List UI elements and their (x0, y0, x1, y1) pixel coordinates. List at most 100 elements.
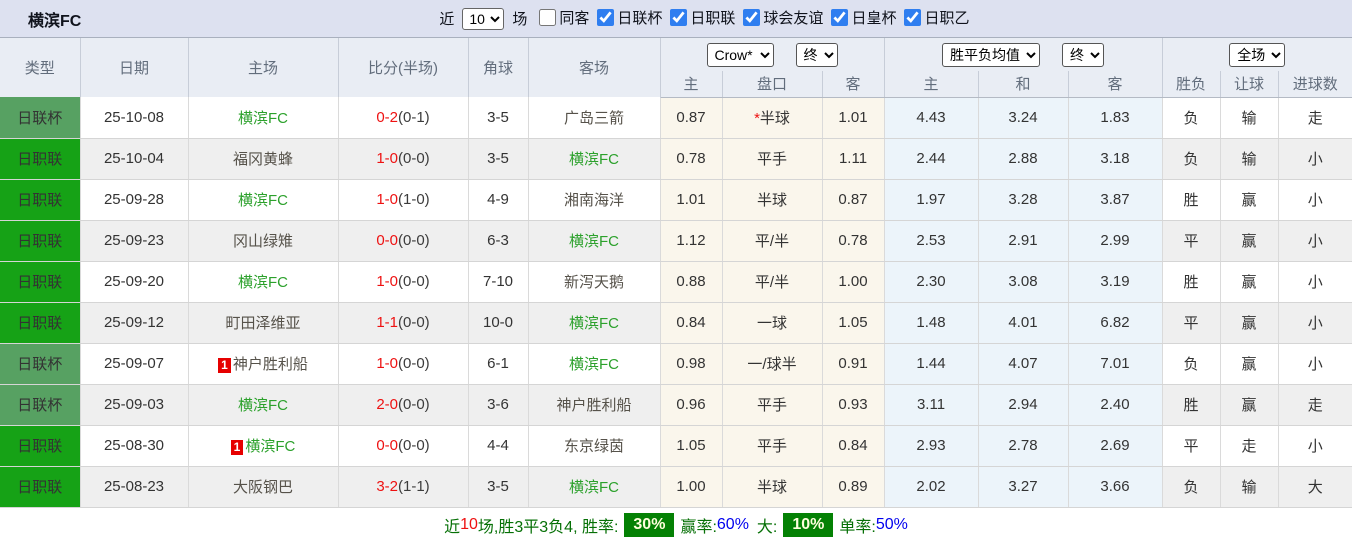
result-winloss-cell: 负 (1162, 97, 1220, 138)
result-winloss-cell: 平 (1162, 220, 1220, 261)
avg-draw-cell: 4.01 (978, 302, 1068, 343)
avg-time-select[interactable]: 终 (1062, 43, 1104, 67)
filter-label: 日职乙 (924, 7, 969, 28)
subcol-handicap: 盘口 (722, 71, 822, 97)
odds-home-cell: 1.00 (660, 466, 722, 507)
odds-away-cell: 0.89 (822, 466, 884, 507)
recent-label: 近 (439, 8, 454, 29)
handicap-cell: 半球 (722, 179, 822, 220)
halftime-score: (0-0) (398, 273, 430, 290)
corner-cell: 3-6 (468, 384, 528, 425)
match-type-cell: 日职联 (0, 466, 80, 507)
match-row: 日联杯25-10-08横滨FC0-2(0-1)3-5广岛三箭0.87*半球1.0… (0, 97, 1352, 138)
result-goals-cell: 小 (1278, 343, 1352, 384)
filter-label: 日联杯 (617, 7, 662, 28)
avg-home-cell: 2.02 (884, 466, 978, 507)
handicap-cell: 平/半 (722, 261, 822, 302)
away-team-cell: 横滨FC (528, 220, 660, 261)
avg-home-cell: 1.97 (884, 179, 978, 220)
filter-item[interactable]: 日皇杯 (831, 7, 896, 28)
match-date-cell: 25-09-12 (80, 302, 188, 343)
filter-checkbox-4[interactable] (831, 9, 848, 26)
filter-item[interactable]: 日职乙 (904, 7, 969, 28)
halftime-score: (1-1) (398, 478, 430, 495)
filter-label: 同客 (559, 7, 589, 28)
filter-item[interactable]: 日联杯 (597, 7, 662, 28)
filter-item[interactable]: 日职联 (670, 7, 735, 28)
home-team-cell: 町田泽维亚 (188, 302, 338, 343)
summary-recent-label: 近 (444, 513, 460, 537)
subcol-handicap-result: 让球 (1220, 71, 1278, 97)
result-winloss-cell: 平 (1162, 302, 1220, 343)
filter-item[interactable]: 球会友谊 (743, 7, 823, 28)
fulltime-score: 0-0 (376, 437, 398, 454)
handicap-cell: 半球 (722, 466, 822, 507)
result-goals-cell: 小 (1278, 302, 1352, 343)
odds-time-select[interactable]: 终 (796, 43, 838, 67)
home-team-cell: 福冈黄蜂 (188, 138, 338, 179)
avg-away-cell: 2.40 (1068, 384, 1162, 425)
result-handicap-cell: 赢 (1220, 261, 1278, 302)
home-team-cell: 1横滨FC (188, 425, 338, 466)
scope-select[interactable]: 全场 (1229, 43, 1285, 67)
odds-home-cell: 1.12 (660, 220, 722, 261)
filter-checkbox-0[interactable] (539, 9, 556, 26)
match-row: 日联杯25-09-071神户胜利船1-0(0-0)6-1横滨FC0.98一/球半… (0, 343, 1352, 384)
big-rate-badge: 10% (783, 513, 833, 537)
odds-away-cell: 0.87 (822, 179, 884, 220)
result-goals-cell: 小 (1278, 261, 1352, 302)
filter-checkbox-1[interactable] (597, 9, 614, 26)
subcol-avg-home: 主 (884, 71, 978, 97)
bookmaker-select[interactable]: Crow* (707, 43, 774, 67)
filter-item[interactable]: 同客 (539, 7, 589, 28)
filter-checkbox-2[interactable] (670, 9, 687, 26)
fulltime-score: 2-0 (376, 396, 398, 413)
result-handicap-cell: 走 (1220, 425, 1278, 466)
fulltime-score: 3-2 (376, 478, 398, 495)
handicap-cell: *半球 (722, 97, 822, 138)
subcol-odds-home: 主 (660, 71, 722, 97)
odds-away-cell: 0.93 (822, 384, 884, 425)
fulltime-score: 1-1 (376, 314, 398, 331)
result-winloss-cell: 负 (1162, 343, 1220, 384)
match-type-cell: 日职联 (0, 302, 80, 343)
match-date-cell: 25-09-03 (80, 384, 188, 425)
score-cell: 1-0(0-0) (338, 261, 468, 302)
recent-count-select[interactable]: 10 (462, 8, 504, 30)
result-winloss-cell: 胜 (1162, 384, 1220, 425)
avg-draw-cell: 4.07 (978, 343, 1068, 384)
avg-home-cell: 4.43 (884, 97, 978, 138)
corner-cell: 6-3 (468, 220, 528, 261)
filter-checkbox-5[interactable] (904, 9, 921, 26)
avg-draw-cell: 2.78 (978, 425, 1068, 466)
score-cell: 1-1(0-0) (338, 302, 468, 343)
match-row: 日联杯25-09-03横滨FC2-0(0-0)3-6神户胜利船0.96平手0.9… (0, 384, 1352, 425)
avg-group-header: 胜平负均值 终 (884, 38, 1162, 71)
away-team-cell: 横滨FC (528, 138, 660, 179)
home-team-cell: 横滨FC (188, 97, 338, 138)
team-name: 广岛三箭 (564, 110, 624, 127)
home-team-cell: 横滨FC (188, 384, 338, 425)
away-team-cell: 广岛三箭 (528, 97, 660, 138)
match-type-cell: 日职联 (0, 425, 80, 466)
result-goals-cell: 走 (1278, 384, 1352, 425)
win-rate-badge: 30% (624, 513, 674, 537)
filter-checkbox-3[interactable] (743, 9, 760, 26)
filter-controls: 近 10 场 同客日联杯日职联球会友谊日皇杯日职乙 (439, 7, 969, 30)
match-row: 日职联25-10-04福冈黄蜂1-0(0-0)3-5横滨FC0.78平手1.11… (0, 138, 1352, 179)
avg-away-cell: 6.82 (1068, 302, 1162, 343)
corner-cell: 3-5 (468, 466, 528, 507)
result-handicap-cell: 输 (1220, 466, 1278, 507)
score-cell: 0-0(0-0) (338, 220, 468, 261)
big-rate-label: 大: (757, 513, 777, 537)
avg-type-select[interactable]: 胜平负均值 (942, 43, 1040, 67)
team-name: 横滨FC (238, 192, 288, 209)
result-goals-cell: 小 (1278, 179, 1352, 220)
handicap-cell: 一/球半 (722, 343, 822, 384)
league-filter-group: 同客 日联杯日职联球会友谊日皇杯 日职乙 (531, 7, 969, 30)
handicap-cell: 平/半 (722, 220, 822, 261)
team-name: 横滨FC (238, 274, 288, 291)
avg-draw-cell: 3.28 (978, 179, 1068, 220)
home-team-cell: 冈山绿雉 (188, 220, 338, 261)
odds-group-header: Crow* 终 (660, 38, 884, 71)
